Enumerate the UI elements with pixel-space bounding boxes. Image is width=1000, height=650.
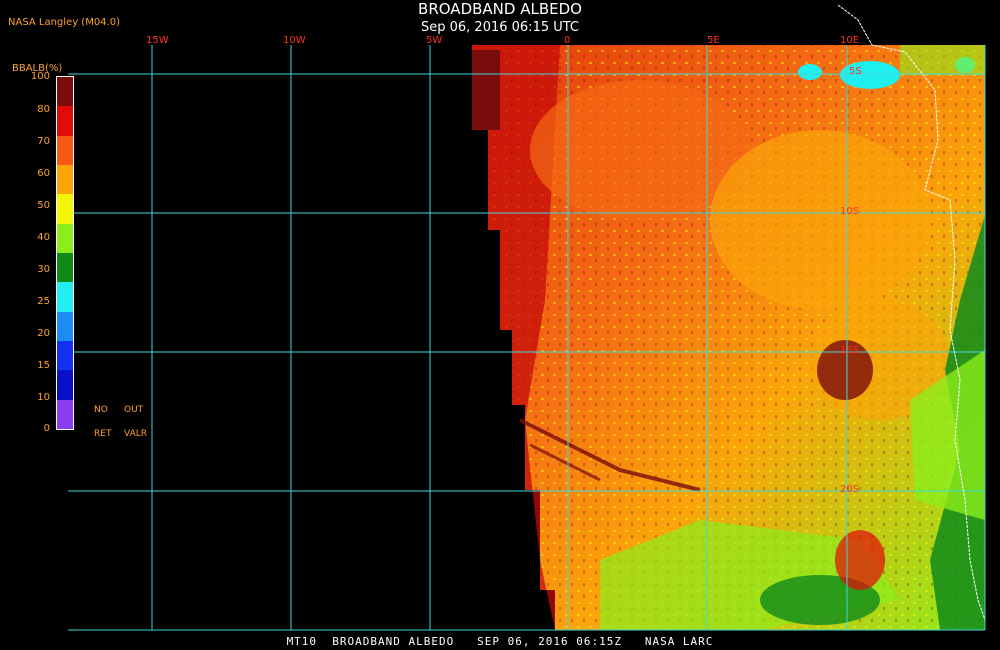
colorbar-tick: 40 — [37, 232, 50, 243]
lon-label-5e: 5E — [707, 35, 720, 46]
colorbar-swatch — [57, 399, 73, 429]
colorbar-swatch — [57, 311, 73, 341]
lat-label-5s: 5S — [849, 66, 862, 77]
colorbar-swatch — [57, 252, 73, 283]
colorbar-swatch — [57, 223, 73, 253]
map-title: BROADBAND ALBEDO — [418, 0, 582, 18]
footer-caption: MT10 BROADBAND ALBEDO SEP 06, 2016 06:15… — [286, 635, 714, 648]
colorbar-tick: 60 — [37, 168, 50, 179]
colorbar-swatch — [57, 135, 73, 165]
colorbar-tick: 80 — [37, 104, 50, 115]
lat-label-15s: 15S — [840, 345, 860, 356]
colorbar-swatch — [57, 77, 73, 107]
colorbar-tick: 70 — [37, 136, 50, 147]
lon-label-10e: 10E — [840, 35, 860, 46]
note-out: OUT — [124, 405, 144, 415]
note-no: NO — [94, 405, 108, 415]
colorbar-tick: 15 — [37, 360, 50, 371]
colorbar-swatch — [57, 106, 73, 136]
colorbar-tick: 20 — [37, 328, 50, 339]
colorbar-tick: 25 — [37, 296, 50, 307]
colorbar-tick: 50 — [37, 200, 50, 211]
lat-label-20s: 20S — [840, 484, 860, 495]
colorbar-swatch — [57, 164, 73, 195]
map-subtitle: Sep 06, 2016 06:15 UTC — [420, 20, 580, 35]
colorbar-tick: 10 — [37, 392, 50, 403]
colorbar — [56, 76, 74, 430]
colorbar-tick: 30 — [37, 264, 50, 275]
colorbar-swatch — [57, 282, 73, 312]
albedo-field — [472, 45, 985, 630]
lon-label-15w: 15W — [146, 35, 169, 46]
colorbar-swatch — [57, 194, 73, 224]
colorbar-tick: 100 — [30, 71, 50, 82]
colorbar-tick: 0 — [43, 423, 50, 434]
lat-label-10s: 10S — [840, 206, 860, 217]
note-ret: RET — [94, 429, 112, 439]
colorbar-swatch — [57, 370, 73, 400]
lon-label-5w: 5W — [426, 35, 443, 46]
albedo-map — [68, 4, 986, 631]
lon-label-10w: 10W — [283, 35, 306, 46]
note-valr: VALR — [124, 429, 148, 439]
lon-label-0: 0 — [564, 35, 571, 46]
colorbar-swatch — [57, 340, 73, 371]
source-label: NASA Langley (M04.0) — [8, 17, 120, 28]
